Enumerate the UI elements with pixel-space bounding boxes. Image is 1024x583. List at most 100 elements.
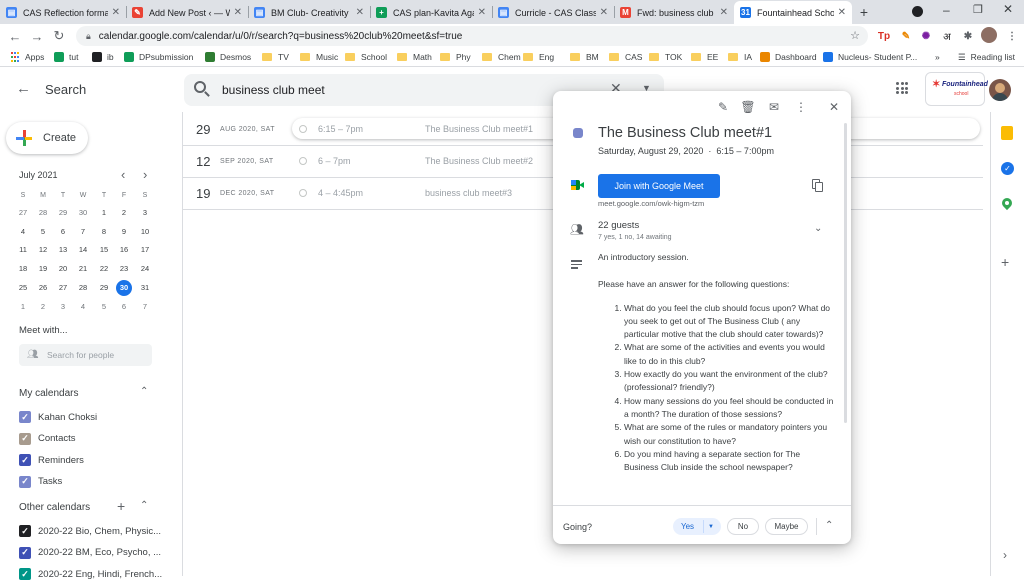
tasks-icon[interactable]: ✓ xyxy=(1001,162,1014,175)
calendar-item[interactable]: ✓ 2020-22 BM, Eco, Psycho, ... xyxy=(19,544,161,562)
calendar-item[interactable]: ✓ Tasks xyxy=(19,473,62,491)
mini-calendar-day[interactable]: 4 xyxy=(75,299,91,315)
bookmark-item[interactable]: CAS xyxy=(609,50,642,64)
search-people-input[interactable]: 👥︎ Search for people xyxy=(19,344,152,366)
mini-calendar-day[interactable]: 23 xyxy=(116,261,132,277)
extension-gear-icon[interactable]: ✺ xyxy=(918,28,934,44)
mini-calendar-day[interactable]: 10 xyxy=(137,224,153,240)
mini-calendar-day[interactable]: 28 xyxy=(35,205,51,221)
mini-calendar-day[interactable]: 14 xyxy=(75,242,91,258)
browser-tab[interactable]: ▤ CAS Reflection format ✕ xyxy=(0,1,126,24)
bookmark-item[interactable]: School xyxy=(345,50,387,64)
school-logo[interactable]: ✶ Fountainhead school xyxy=(925,72,988,106)
mini-calendar-day[interactable]: 8 xyxy=(96,224,112,240)
google-apps-icon[interactable] xyxy=(896,82,908,94)
bookmark-item[interactable]: TV xyxy=(262,50,289,64)
next-month-icon[interactable]: › xyxy=(143,167,147,182)
mini-calendar-day[interactable]: 11 xyxy=(15,242,31,258)
tab-close-icon[interactable]: ✕ xyxy=(234,7,242,18)
expand-panel-icon[interactable]: › xyxy=(1003,548,1007,562)
checkbox-checked-icon[interactable]: ✓ xyxy=(19,411,31,423)
mini-calendar-day[interactable]: 15 xyxy=(96,242,112,258)
profile-avatar[interactable] xyxy=(981,27,997,43)
mini-calendar-today[interactable]: 30 xyxy=(116,279,132,296)
more-bookmarks-button[interactable]: » xyxy=(935,50,940,64)
mini-calendar-day[interactable]: 31 xyxy=(137,280,153,296)
browser-tab[interactable]: + CAS plan-Kavita Agar ✕ xyxy=(370,1,492,24)
minimize-button[interactable]: – xyxy=(943,3,950,17)
bookmark-item[interactable]: IA xyxy=(728,50,752,64)
mini-calendar-day[interactable]: 3 xyxy=(55,299,71,315)
new-tab-button[interactable]: + xyxy=(856,4,872,20)
rsvp-yes-button[interactable]: Yes ▼ xyxy=(673,518,721,535)
checkbox-checked-icon[interactable]: ✓ xyxy=(19,546,31,559)
bookmark-item[interactable]: tut xyxy=(54,50,78,64)
checkbox-checked-icon[interactable]: ✓ xyxy=(19,525,31,537)
bookmark-item[interactable]: Math xyxy=(397,50,432,64)
checkbox-checked-icon[interactable]: ✓ xyxy=(19,475,31,488)
star-icon[interactable]: ☆ xyxy=(850,29,860,42)
extension-hindi-icon[interactable]: अ xyxy=(939,28,955,44)
checkbox-checked-icon[interactable]: ✓ xyxy=(19,568,31,580)
tab-close-icon[interactable]: ✕ xyxy=(112,7,120,18)
calendar-item[interactable]: ✓ 2020-22 Bio, Chem, Physic... xyxy=(19,522,161,540)
checkbox-checked-icon[interactable]: ✓ xyxy=(19,432,31,445)
mini-calendar-day[interactable]: 7 xyxy=(137,299,153,315)
bookmark-item[interactable]: Dashboard xyxy=(760,50,817,64)
bookmark-item[interactable]: ib xyxy=(92,50,114,64)
mini-calendar-day[interactable]: 5 xyxy=(96,299,112,315)
mini-calendar-day[interactable]: 26 xyxy=(35,280,51,296)
close-window-button[interactable]: ✕ xyxy=(1003,2,1013,16)
mini-calendar-day[interactable]: 22 xyxy=(96,261,112,277)
email-icon[interactable]: ✉ xyxy=(766,99,782,115)
back-arrow-icon[interactable]: ← xyxy=(16,80,31,97)
add-addon-icon[interactable]: + xyxy=(1001,254,1009,270)
bookmark-item[interactable]: Desmos xyxy=(205,50,251,64)
mini-calendar-day[interactable]: 1 xyxy=(15,299,31,315)
browser-tab[interactable]: ▤ Curricle - CAS Class c ✕ xyxy=(492,1,614,24)
mini-calendar-day[interactable]: 5 xyxy=(35,224,51,240)
mini-calendar-day[interactable]: 6 xyxy=(116,299,132,315)
mini-calendar-day[interactable]: 4 xyxy=(15,224,31,240)
rsvp-dropdown-icon[interactable]: ▼ xyxy=(708,524,714,530)
bookmark-item[interactable]: Phy xyxy=(440,50,471,64)
bookmark-item[interactable]: Chem xyxy=(482,50,521,64)
browser-tab[interactable]: ✎ Add New Post ‹ — Wo ✕ xyxy=(126,1,248,24)
rsvp-no-button[interactable]: No xyxy=(727,518,759,535)
calendar-item[interactable]: ✓ Reminders xyxy=(19,451,84,469)
tab-close-icon[interactable]: ✕ xyxy=(720,7,728,18)
forward-arrow-icon[interactable]: → xyxy=(28,27,46,45)
guest-count[interactable]: 22 guests xyxy=(598,220,639,231)
bookmark-item[interactable]: DPsubmission xyxy=(124,50,193,64)
mini-calendar-day[interactable]: 6 xyxy=(55,224,71,240)
address-bar[interactable]: 🔒︎ calendar.google.com/calendar/u/0/r/se… xyxy=(76,26,868,46)
mini-calendar-day[interactable]: 1 xyxy=(96,205,112,221)
edit-icon[interactable]: ✎ xyxy=(715,99,731,115)
bookmark-item[interactable]: Music xyxy=(300,50,338,64)
tab-search-icon[interactable] xyxy=(912,6,923,17)
user-avatar[interactable] xyxy=(989,79,1011,101)
browser-tab[interactable]: ▤ BM Club- Creativity ✕ xyxy=(248,1,370,24)
create-button[interactable]: Create xyxy=(6,122,88,154)
back-arrow-icon[interactable]: ← xyxy=(6,27,24,45)
close-icon[interactable]: ✕ xyxy=(826,99,842,115)
tab-close-icon[interactable]: ✕ xyxy=(356,7,364,18)
mini-calendar-day[interactable]: 21 xyxy=(75,261,91,277)
more-options-icon[interactable]: ⋮ xyxy=(793,99,809,115)
mini-calendar-day[interactable]: 17 xyxy=(137,242,153,258)
mini-calendar-day[interactable]: 16 xyxy=(116,242,132,258)
other-calendars-title[interactable]: Other calendars xyxy=(19,502,90,513)
mini-calendar-day[interactable]: 7 xyxy=(75,224,91,240)
bookmark-item[interactable]: TOK xyxy=(649,50,682,64)
bookmark-item[interactable]: Eng xyxy=(523,50,554,64)
popup-scrollbar[interactable] xyxy=(844,123,847,423)
mini-calendar-day[interactable]: 3 xyxy=(137,205,153,221)
tab-close-icon[interactable]: ✕ xyxy=(478,7,486,18)
checkbox-checked-icon[interactable]: ✓ xyxy=(19,454,31,466)
delete-icon[interactable]: 🗑︎ xyxy=(740,99,756,115)
calendar-item[interactable]: ✓ 2020-22 Eng, Hindi, French... xyxy=(19,565,162,583)
collapse-other-calendars-icon[interactable]: ⌃ xyxy=(140,500,148,511)
reading-list-button[interactable]: ☰ Reading list xyxy=(958,50,1015,64)
mini-calendar-day[interactable]: 29 xyxy=(55,205,71,221)
mini-calendar-day[interactable]: 24 xyxy=(137,261,153,277)
